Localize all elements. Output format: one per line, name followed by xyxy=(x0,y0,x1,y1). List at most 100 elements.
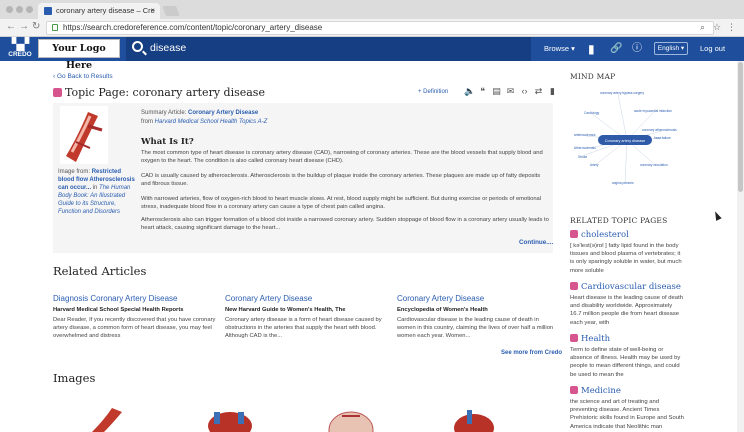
forward-arrow-icon[interactable]: → xyxy=(19,21,29,32)
summary-label: Summary Article: xyxy=(141,110,187,116)
topic-icon xyxy=(570,230,578,238)
institution-logo[interactable]: Your Logo Here xyxy=(38,39,120,71)
browser-tabstrip: coronary artery disease – Cre × xyxy=(0,0,744,19)
mind-map-node[interactable]: angina pectoris xyxy=(612,181,634,185)
close-window-button[interactable] xyxy=(6,6,13,13)
back-to-results-link[interactable]: ‹ Go Back to Results xyxy=(53,73,113,80)
listen-icon[interactable]: 🔈 xyxy=(464,86,475,97)
bookmark-icon[interactable]: ▮ xyxy=(548,86,557,97)
embed-icon[interactable]: ‹› xyxy=(520,86,529,97)
link-icon[interactable]: 🔗 xyxy=(610,37,622,61)
summary-article: Image from: Restricted blood flow Athero… xyxy=(53,103,553,253)
section-heading: What Is It? xyxy=(141,137,194,147)
summary-paragraph: With narrowed arteries, flow of oxygen-r… xyxy=(141,196,542,210)
topic-icon xyxy=(570,334,578,342)
definition-link[interactable]: + Definition xyxy=(418,89,448,95)
browse-menu[interactable]: Browse ▾ xyxy=(544,37,575,61)
image-from-label: Image from: xyxy=(58,169,91,175)
related-topic: Health Term to define state of well-bein… xyxy=(570,334,684,379)
bookmark-star-icon[interactable]: ☆ xyxy=(713,22,721,33)
topic-tools: 🔈 ❝ ▤ ✉ ‹› ⇄ ▮ xyxy=(464,86,557,97)
article-snippet: Cardiovascular disease is the leading ca… xyxy=(397,317,554,339)
image-thumbnail[interactable] xyxy=(200,406,258,432)
related-topic-title[interactable]: cholesterol xyxy=(581,230,629,240)
related-topic: Cardiovascular disease Heart disease is … xyxy=(570,282,684,327)
help-icon[interactable]: ⓘ xyxy=(632,37,642,61)
related-topic-title[interactable]: Medicine xyxy=(581,386,621,396)
mind-map-node[interactable]: coronary artery bypass surgery xyxy=(600,91,644,95)
credo-logo-text: CREDO xyxy=(8,51,32,58)
mind-map-center-label: Coronary artery disease xyxy=(605,139,646,143)
article-snippet: Dear Reader, If you recently discovered … xyxy=(53,317,216,339)
mind-map-node[interactable]: Stroke xyxy=(578,155,587,159)
bookmark-icon[interactable]: ▮ xyxy=(588,37,595,61)
mind-map-node[interactable]: Cardiology xyxy=(584,111,600,115)
related-topic-link[interactable]: cholesterol xyxy=(570,230,684,240)
article-source: New Harvard Guide to Women's Health, The xyxy=(225,307,346,313)
image-thumbnail[interactable] xyxy=(82,406,140,432)
related-topic-snippet: the science and art of treating and prev… xyxy=(570,399,684,430)
article-title-link[interactable]: Coronary Artery Disease xyxy=(397,294,555,303)
mind-map-node[interactable]: arteriosclerosis xyxy=(574,133,596,137)
article-title-link[interactable]: Diagnosis Coronary Artery Disease xyxy=(53,294,218,303)
article-source: Harvard Medical School Special Health Re… xyxy=(53,307,184,313)
logout-link[interactable]: Log out xyxy=(700,37,725,61)
address-bar[interactable]: https://search.credoreference.com/conten… xyxy=(46,21,714,35)
summary-paragraph: The most common type of heart disease is… xyxy=(141,150,543,164)
topic-title-text: Topic Page: coronary artery disease xyxy=(65,86,265,99)
search-bar[interactable]: disease xyxy=(126,37,531,61)
credo-logo[interactable]: ▚▞ CREDO xyxy=(5,37,35,61)
browser-tab[interactable]: coronary artery disease – Cre × xyxy=(38,3,160,19)
lock-icon xyxy=(52,24,58,31)
continue-link[interactable]: Continue.... xyxy=(519,239,553,246)
url-text: https://search.credoreference.com/conten… xyxy=(63,23,323,32)
browser-menu-icon[interactable]: ⋮ xyxy=(727,22,736,33)
search-icon[interactable] xyxy=(132,41,143,52)
related-topic-title[interactable]: Health xyxy=(581,334,610,344)
minimize-window-button[interactable] xyxy=(16,6,23,13)
close-tab-icon[interactable]: × xyxy=(150,3,155,19)
mind-map-node[interactable]: Atherosclerosis xyxy=(574,146,596,150)
summary-article-link[interactable]: Coronary Artery Disease xyxy=(188,110,258,116)
related-topic-snippet: Heart disease is the leading cause of de… xyxy=(570,295,683,326)
reload-icon[interactable]: ↻ xyxy=(32,21,40,32)
scrollbar-thumb[interactable] xyxy=(738,62,743,192)
mind-map-node[interactable]: coronary circulation xyxy=(640,163,668,167)
related-topic-link[interactable]: Cardiovascular disease xyxy=(570,282,684,292)
translate-icon[interactable]: ⇄ xyxy=(534,86,543,97)
artery-image[interactable] xyxy=(60,106,108,164)
article-title-link[interactable]: Coronary Artery Disease xyxy=(225,294,390,303)
related-topic-link[interactable]: Health xyxy=(570,334,684,344)
image-thumbnail[interactable] xyxy=(322,406,380,432)
image-thumbnail[interactable] xyxy=(445,406,503,432)
see-more-link[interactable]: See more from Credo xyxy=(501,350,562,356)
page-scrollbar[interactable] xyxy=(737,61,744,432)
mind-map-node[interactable]: acute myocardial infarction xyxy=(634,109,672,113)
mind-map-node[interactable]: Artery xyxy=(590,163,599,167)
browser-toolbar: ← → ↻ https://search.credoreference.com/… xyxy=(0,19,744,37)
maximize-window-button[interactable] xyxy=(26,6,33,13)
language-select[interactable]: English ▾ xyxy=(654,42,688,55)
related-topic: cholesterol [ kə'lest(ə)rɒl ] fatty lipi… xyxy=(570,230,684,275)
related-topic-snippet: Term to define state of well-being or ab… xyxy=(570,347,681,378)
related-topic-link[interactable]: Medicine xyxy=(570,386,684,396)
summary-meta: Summary Article: Coronary Artery Disease… xyxy=(141,109,267,127)
images-heading: Images xyxy=(53,371,96,385)
print-icon[interactable]: ▤ xyxy=(492,86,501,97)
new-tab-button[interactable] xyxy=(162,6,180,16)
search-input[interactable]: disease xyxy=(150,42,186,54)
back-arrow-icon[interactable]: ← xyxy=(6,21,16,32)
email-icon[interactable]: ✉ xyxy=(506,86,515,97)
site-header: ▚▞ CREDO Your Logo Here disease Browse ▾… xyxy=(0,37,744,71)
related-topic-snippet: [ kə'lest(ə)rɒl ] fatty lipid found in t… xyxy=(570,243,682,274)
source-link[interactable]: Harvard Medical School Health Topics A-Z xyxy=(155,119,268,125)
related-topic-title[interactable]: Cardiovascular disease xyxy=(581,282,681,292)
cite-icon[interactable]: ❝ xyxy=(478,86,487,97)
zoom-icon[interactable]: ⌕ xyxy=(700,22,705,33)
mind-map-node[interactable]: coronary atherosclerosis xyxy=(642,128,677,132)
image-in-label: in xyxy=(92,185,98,191)
related-article: Coronary Artery Disease New Harvard Guid… xyxy=(225,294,390,340)
related-topic: Medicine the science and art of treating… xyxy=(570,386,684,431)
mind-map-node[interactable]: heart failure xyxy=(654,136,671,140)
mind-map[interactable]: Coronary artery disease coronary artery … xyxy=(570,86,684,190)
